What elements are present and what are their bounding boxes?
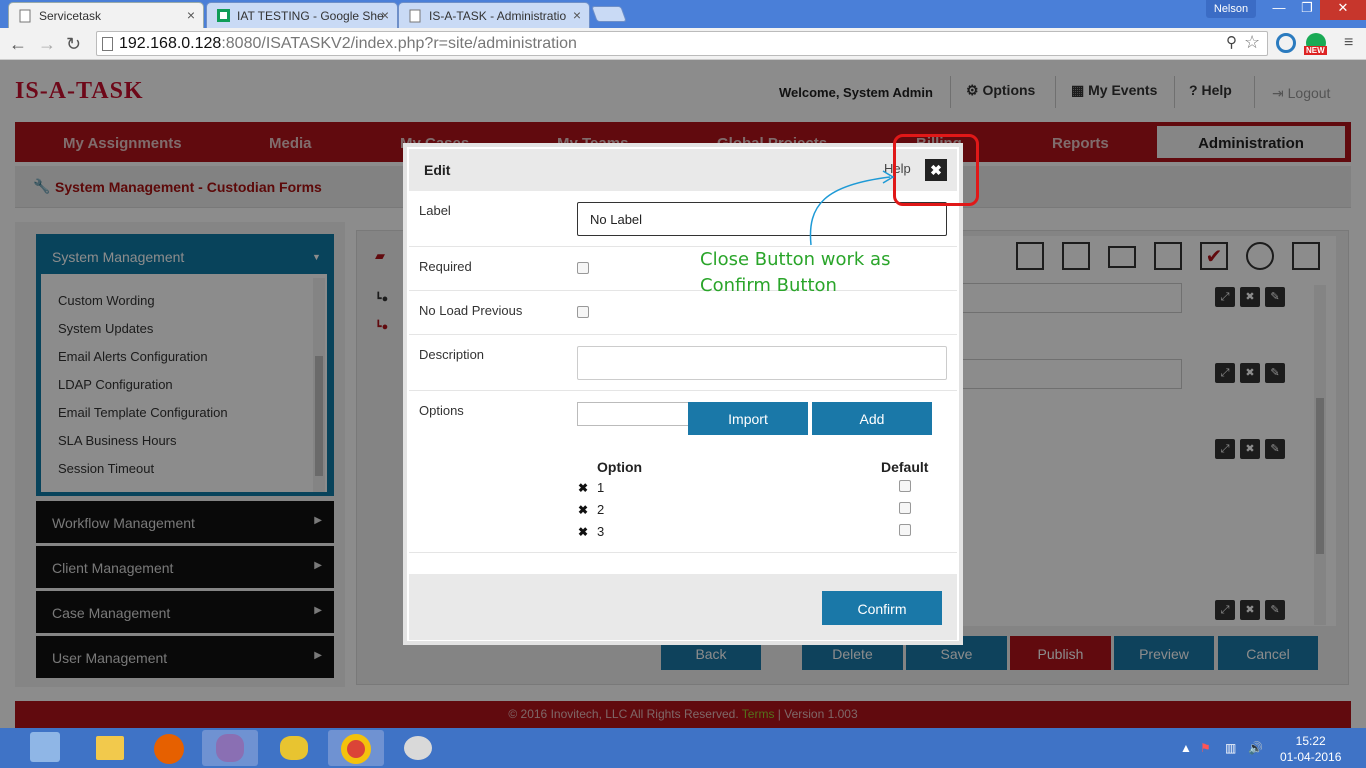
- close-tab-icon[interactable]: ×: [187, 7, 195, 23]
- divider: [409, 552, 957, 553]
- page-icon: [19, 9, 32, 23]
- extension-icon[interactable]: [1276, 33, 1296, 53]
- menu-icon[interactable]: ≡: [1344, 34, 1353, 52]
- browser-tab-servicetask[interactable]: Servicetask ×: [8, 2, 204, 28]
- reload-icon[interactable]: ↻: [66, 34, 81, 55]
- description-label: Description: [419, 347, 485, 362]
- close-tab-icon[interactable]: ×: [381, 7, 389, 23]
- tray-volume-icon[interactable]: 🔊: [1248, 741, 1263, 755]
- browser-tabstrip: [0, 0, 1366, 28]
- modal-title: Edit: [424, 162, 451, 178]
- option-value: 1: [597, 480, 605, 495]
- browser-user-badge[interactable]: Nelson: [1206, 0, 1256, 18]
- annotation-line: Close Button work as: [700, 249, 891, 270]
- remove-option-icon[interactable]: ✖: [578, 481, 588, 495]
- default-checkbox[interactable]: [899, 480, 911, 492]
- firefox-taskbar-icon[interactable]: [142, 730, 198, 766]
- forward-arrow-icon[interactable]: →: [38, 34, 56, 55]
- annotation-highlight-box: [893, 134, 979, 206]
- annotation-line: Confirm Button: [700, 275, 837, 296]
- tray-network-icon[interactable]: ▥: [1225, 741, 1236, 755]
- remove-option-icon[interactable]: ✖: [578, 503, 588, 517]
- close-tab-icon[interactable]: ×: [573, 7, 581, 23]
- divider: [409, 334, 957, 335]
- bookmark-star-icon[interactable]: ☆: [1244, 32, 1260, 53]
- clock-time: 15:22: [1295, 734, 1326, 748]
- options-label: Options: [419, 403, 464, 418]
- option-value: 3: [597, 524, 605, 539]
- page-icon: [102, 37, 113, 51]
- url-host: 192.168.0.128: [119, 35, 222, 52]
- maximize-icon[interactable]: ❐: [1294, 0, 1320, 20]
- default-column-header: Default: [881, 459, 929, 475]
- taskbar-clock[interactable]: 15:22 01-04-2016: [1280, 733, 1341, 765]
- description-input[interactable]: [577, 346, 947, 380]
- browser-tab-iat-testing[interactable]: IAT TESTING - Google She ×: [206, 2, 398, 28]
- required-checkbox[interactable]: [577, 262, 589, 274]
- tray-expand-icon[interactable]: ▲: [1180, 741, 1192, 755]
- clock-date: 01-04-2016: [1280, 750, 1342, 764]
- back-arrow-icon[interactable]: ←: [9, 34, 27, 55]
- required-label: Required: [419, 259, 472, 274]
- add-option-button[interactable]: Add: [812, 402, 932, 435]
- start-icon[interactable]: [30, 732, 60, 762]
- app-taskbar-icon[interactable]: [266, 730, 322, 766]
- sheets-icon: [217, 9, 230, 22]
- tray-flag-icon[interactable]: ⚑: [1200, 741, 1211, 755]
- tab-label: IS-A-TASK - Administratio: [429, 9, 567, 23]
- tab-label: Servicetask: [39, 9, 102, 23]
- option-value: 2: [597, 502, 605, 517]
- pin-icon[interactable]: ⚲: [1226, 33, 1237, 51]
- browser-tab-isatask[interactable]: IS-A-TASK - Administratio ×: [398, 2, 590, 28]
- close-window-icon[interactable]: ✕: [1320, 0, 1366, 20]
- remove-option-icon[interactable]: ✖: [578, 525, 588, 539]
- url-path: :8080/ISATASKV2/index.php?r=site/adminis…: [221, 35, 577, 52]
- label-field-label: Label: [419, 203, 451, 218]
- option-column-header: Option: [597, 459, 643, 475]
- address-bar[interactable]: 192.168.0.128:8080/ISATASKV2/index.php?r…: [96, 31, 1268, 56]
- new-badge: NEW: [1304, 46, 1327, 55]
- no-load-previous-label: No Load Previous: [419, 303, 523, 318]
- default-checkbox[interactable]: [899, 524, 911, 536]
- no-load-previous-checkbox[interactable]: [577, 306, 589, 318]
- chrome-taskbar-icon[interactable]: [328, 730, 384, 766]
- option-input[interactable]: [577, 402, 689, 426]
- divider: [409, 390, 957, 391]
- annotation-text: Close Button work as Confirm Button: [700, 247, 890, 299]
- import-button[interactable]: Import: [688, 402, 808, 435]
- new-tab-button[interactable]: [591, 6, 627, 22]
- paint-taskbar-icon[interactable]: [390, 730, 446, 766]
- tab-label: IAT TESTING - Google She: [237, 9, 384, 23]
- minimize-icon[interactable]: —: [1262, 0, 1296, 20]
- page-icon: [409, 9, 422, 23]
- confirm-button[interactable]: Confirm: [822, 591, 942, 625]
- annotation-arrow: [809, 170, 895, 246]
- default-checkbox[interactable]: [899, 502, 911, 514]
- pidgin-taskbar-icon[interactable]: [202, 730, 258, 766]
- explorer-taskbar-icon[interactable]: [82, 730, 138, 766]
